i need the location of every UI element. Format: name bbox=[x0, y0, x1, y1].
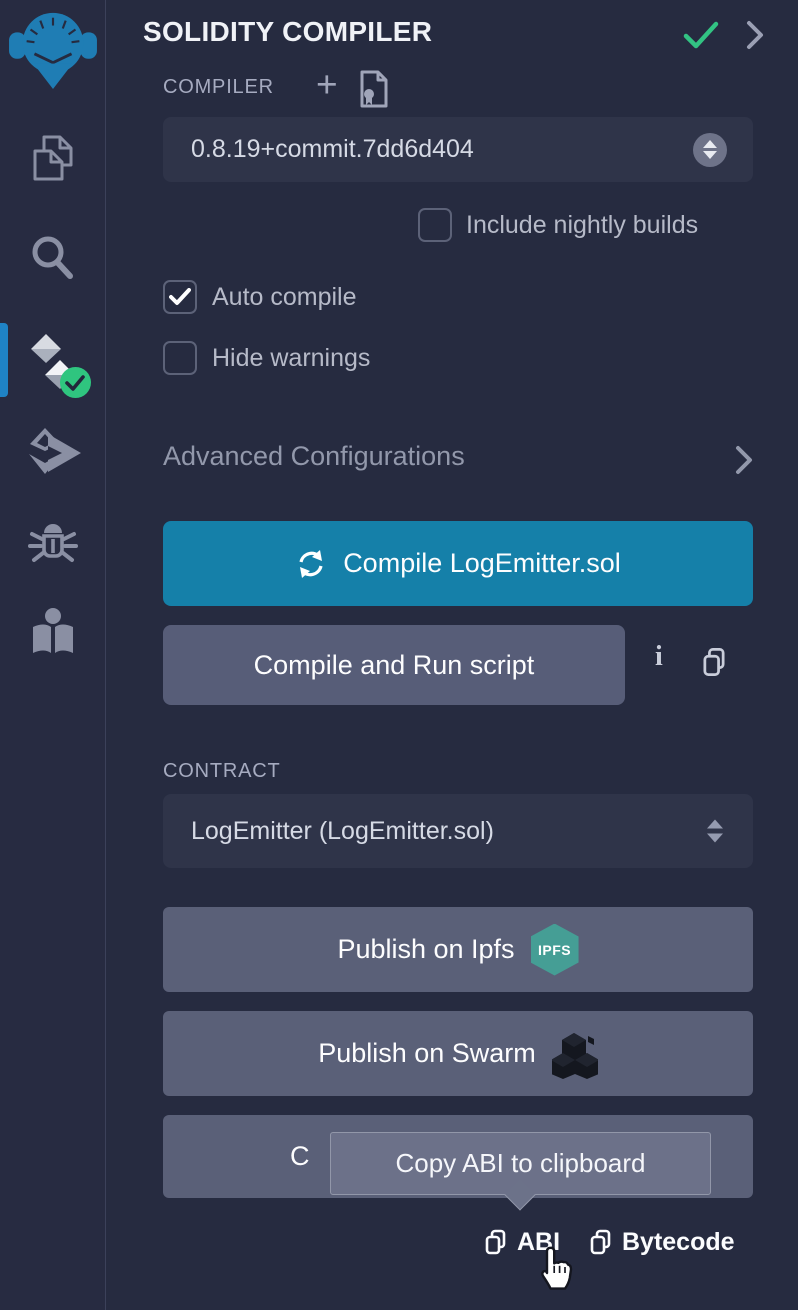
debugger-bug-icon[interactable] bbox=[0, 519, 105, 569]
compile-success-badge bbox=[60, 367, 91, 398]
version-sort-icon[interactable] bbox=[693, 133, 727, 167]
remix-logo[interactable] bbox=[0, 6, 105, 90]
deploy-run-icon[interactable] bbox=[0, 424, 105, 478]
contract-select-value: LogEmitter (LogEmitter.sol) bbox=[163, 817, 494, 846]
compile-button[interactable]: Compile LogEmitter.sol bbox=[163, 521, 753, 606]
contract-select-arrows-icon bbox=[707, 820, 723, 843]
copy-icon bbox=[483, 1229, 509, 1257]
search-icon[interactable] bbox=[0, 232, 105, 284]
hide-warnings-label[interactable]: Hide warnings bbox=[212, 344, 370, 373]
solidity-compiler-icon[interactable] bbox=[0, 332, 105, 390]
compile-success-check-icon bbox=[683, 20, 719, 50]
publish-swarm-button[interactable]: Publish on Swarm bbox=[163, 1011, 753, 1096]
hide-warnings-checkbox[interactable] bbox=[163, 341, 197, 375]
collapse-panel-chevron-icon[interactable] bbox=[742, 19, 768, 51]
page-title: SOLIDITY COMPILER bbox=[143, 16, 432, 48]
advanced-chevron-icon[interactable] bbox=[731, 444, 757, 476]
copy-icon bbox=[588, 1229, 614, 1257]
hidden-button-visible-text: C bbox=[290, 1141, 310, 1172]
contract-select[interactable]: LogEmitter (LogEmitter.sol) bbox=[163, 794, 753, 868]
bytecode-label: Bytecode bbox=[622, 1228, 735, 1257]
auto-compile-checkbox[interactable] bbox=[163, 280, 197, 314]
add-custom-compiler-icon[interactable]: + bbox=[316, 66, 338, 103]
compile-and-run-label: Compile and Run script bbox=[254, 650, 535, 681]
auto-compile-label[interactable]: Auto compile bbox=[212, 283, 357, 312]
compiler-section-label: COMPILER bbox=[163, 76, 274, 99]
tooltip-caret bbox=[504, 1179, 535, 1210]
license-file-icon[interactable] bbox=[356, 69, 392, 109]
compile-button-label: Compile LogEmitter.sol bbox=[343, 548, 621, 579]
compile-and-run-button[interactable]: Compile and Run script bbox=[163, 625, 625, 705]
compiler-version-value: 0.8.19+commit.7dd6d404 bbox=[163, 135, 474, 164]
copy-bytecode-link[interactable]: Bytecode bbox=[588, 1228, 735, 1257]
include-nightly-checkbox[interactable] bbox=[418, 208, 452, 242]
ipfs-logo-icon: IPFS bbox=[531, 924, 579, 976]
plugin-book-icon[interactable] bbox=[0, 607, 105, 657]
swarm-logo-icon bbox=[552, 1029, 598, 1079]
info-icon[interactable]: i bbox=[655, 641, 663, 673]
icon-sidebar bbox=[0, 0, 106, 1310]
compiler-version-select[interactable]: 0.8.19+commit.7dd6d404 bbox=[163, 117, 753, 182]
abi-label: ABI bbox=[517, 1228, 560, 1257]
copy-script-icon[interactable] bbox=[699, 646, 729, 678]
publish-ipfs-button[interactable]: Publish on Ipfs IPFS bbox=[163, 907, 753, 992]
copy-abi-link[interactable]: ABI bbox=[483, 1228, 560, 1257]
refresh-icon bbox=[295, 548, 327, 580]
publish-swarm-label: Publish on Swarm bbox=[318, 1038, 536, 1069]
publish-ipfs-label: Publish on Ipfs bbox=[337, 934, 514, 965]
file-explorer-icon[interactable] bbox=[0, 133, 105, 187]
tooltip-text: Copy ABI to clipboard bbox=[395, 1148, 645, 1179]
copy-abi-tooltip: Copy ABI to clipboard bbox=[330, 1132, 711, 1195]
contract-section-label: CONTRACT bbox=[163, 760, 281, 783]
advanced-configurations-toggle[interactable]: Advanced Configurations bbox=[163, 441, 465, 472]
include-nightly-label[interactable]: Include nightly builds bbox=[466, 211, 698, 240]
